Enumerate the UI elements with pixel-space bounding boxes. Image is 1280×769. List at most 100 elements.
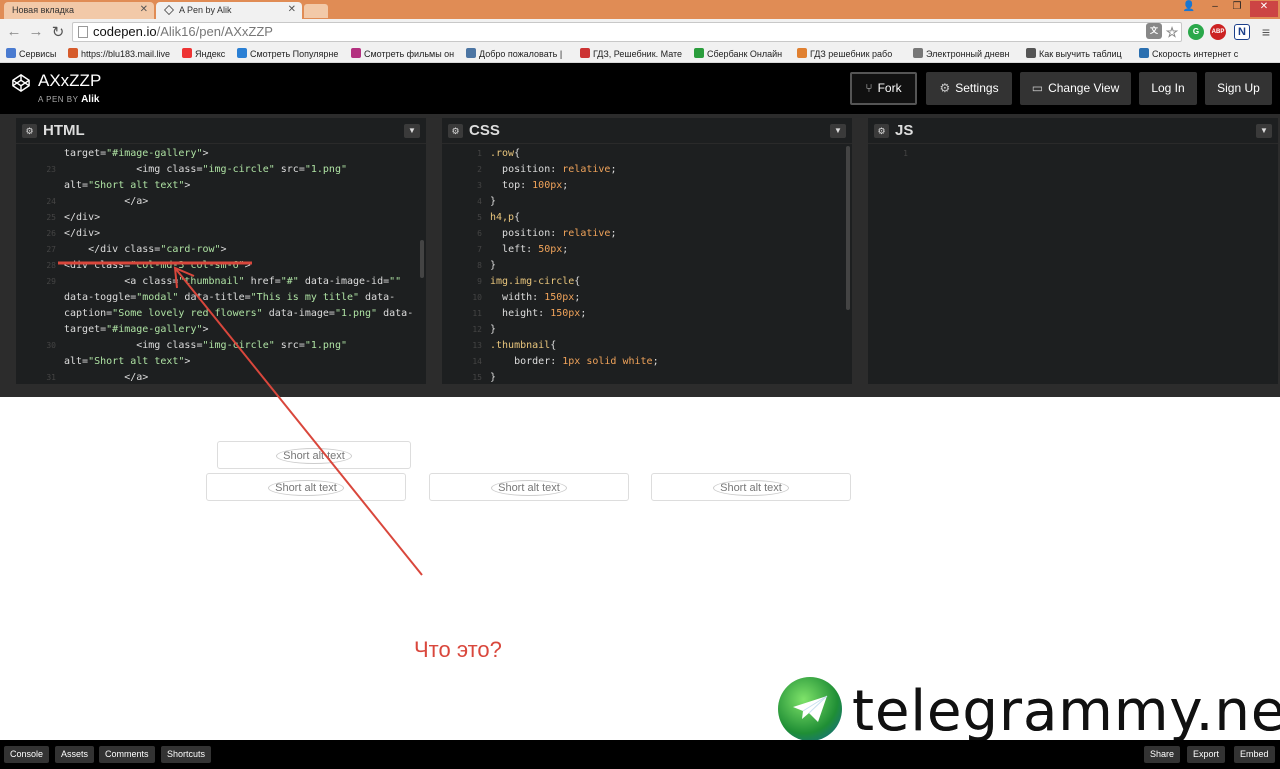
bookmark-favicon-icon	[797, 48, 807, 58]
translate-icon[interactable]: 文	[1146, 23, 1162, 39]
maximize-icon[interactable]: ❐	[1226, 1, 1248, 12]
url-input[interactable]: codepen.io/Alik16/pen/AXxZZP	[72, 22, 1182, 42]
line-number: 26	[46, 229, 56, 238]
code-text: .row{	[490, 148, 521, 159]
bookmark-item[interactable]: Добро пожаловать |	[466, 48, 562, 59]
bookmark-favicon-icon	[6, 48, 16, 58]
editor-resize-handle[interactable]	[0, 384, 1280, 397]
js-chevron-down-icon[interactable]: ▼	[1256, 124, 1272, 138]
thumbnail-link[interactable]: Short alt text	[429, 473, 629, 501]
js-settings-gear-icon[interactable]: ⚙	[874, 124, 889, 138]
code-text: }	[490, 324, 497, 335]
bookmark-favicon-icon	[580, 48, 590, 58]
close-tab-icon[interactable]: ✕	[288, 4, 296, 15]
bookmark-item[interactable]: Смотреть фильмы он	[351, 48, 454, 59]
bookmark-item[interactable]: Как выучить таблиц	[1026, 48, 1122, 59]
bookmark-item[interactable]: Сбербанк Онлайн	[694, 48, 782, 59]
line-number: 3	[477, 181, 482, 190]
thumbnail-link[interactable]: Short alt text	[217, 441, 411, 469]
bookmark-item[interactable]: Электронный дневн	[913, 48, 1010, 59]
html-scrollbar[interactable]	[420, 240, 424, 278]
adblock-icon[interactable]: ABP	[1210, 24, 1226, 40]
broken-image: Short alt text	[713, 480, 789, 496]
code-text: caption="Some lovely red flowers" data-i…	[64, 308, 414, 319]
export-button[interactable]: Export	[1187, 746, 1226, 763]
bookmark-item[interactable]: ГДЗ решебник рабо	[797, 48, 892, 59]
browser-tab-new[interactable]: Новая вкладка ✕	[4, 2, 154, 19]
new-tab-button[interactable]	[304, 4, 328, 18]
address-bar-row: ← → ↻ codepen.io/Alik16/pen/AXxZZP 文 ☆ G…	[0, 19, 1280, 45]
fork-button[interactable]: ⑂ Fork	[850, 72, 917, 105]
code-line: alt="Short alt text">	[16, 178, 426, 194]
thumbnail-link[interactable]: Short alt text	[651, 473, 851, 501]
css-settings-gear-icon[interactable]: ⚙	[448, 124, 463, 138]
codepen-logo-icon[interactable]	[12, 74, 30, 92]
code-text: <a class="thumbnail" href="#" data-image…	[64, 276, 402, 287]
console-button[interactable]: Console	[4, 746, 50, 763]
code-line: 12}	[442, 322, 852, 338]
page-icon	[78, 26, 88, 38]
onenote-icon[interactable]: N	[1234, 24, 1250, 40]
window-close-icon[interactable]: ✕	[1250, 1, 1278, 17]
codepen-header: AXxZZP A PEN BY Alik ⑂ Fork ⚙ Settings ▭ Ch…	[0, 63, 1280, 114]
bookmark-item[interactable]: ГДЗ, Решебник. Мате	[580, 48, 682, 59]
minimize-icon[interactable]: –	[1204, 1, 1226, 12]
settings-label: Settings	[955, 81, 999, 95]
user-profile-icon[interactable]: 👤	[1178, 1, 1200, 12]
assets-button[interactable]: Assets	[55, 746, 95, 763]
signup-label: Sign Up	[1217, 81, 1260, 95]
html-chevron-down-icon[interactable]: ▼	[404, 124, 420, 138]
pen-by-prefix: A PEN BY	[38, 95, 79, 104]
login-button[interactable]: Log In	[1139, 72, 1197, 105]
html-pane-title: HTML	[43, 122, 85, 139]
share-button[interactable]: Share	[1144, 746, 1181, 763]
code-line: 9 img.img-circle{	[442, 274, 852, 290]
fork-icon: ⑂	[865, 81, 873, 95]
css-pane-header: ⚙ CSS ▼	[442, 118, 852, 144]
html-pane-header: ⚙ HTML ▼	[16, 118, 426, 144]
line-number: 11	[472, 309, 482, 318]
browser-tab-pen[interactable]: A Pen by Alik ✕	[156, 2, 302, 19]
bookmark-label: ГДЗ решебник рабо	[810, 49, 893, 59]
reload-icon[interactable]: ↻	[50, 23, 66, 41]
settings-button[interactable]: ⚙ Settings	[926, 72, 1012, 105]
line-number: 13	[472, 341, 482, 350]
code-line: 15}	[442, 370, 852, 384]
code-line: 14 border: 1px solid white;	[442, 354, 852, 370]
close-tab-icon[interactable]: ✕	[140, 4, 148, 15]
css-scrollbar[interactable]	[846, 146, 850, 310]
signup-button[interactable]: Sign Up	[1205, 72, 1272, 105]
change-view-button[interactable]: ▭ Change View	[1020, 72, 1131, 105]
url-host: codepen.io	[93, 24, 157, 39]
html-editor-pane: ⚙ HTML ▼ target="#image-gallery"> 23 <img…	[16, 118, 426, 384]
css-code-editor[interactable]: 1 .row{2 position: relative; 3 top: 100px;…	[442, 146, 852, 384]
embed-button[interactable]: Embed	[1234, 746, 1275, 763]
bookmark-favicon-icon	[1139, 48, 1149, 58]
bookmark-item[interactable]: Сервисы	[6, 48, 56, 59]
code-line: 23 <img class="img-circle" src="1.png"	[16, 162, 426, 178]
menu-icon[interactable]: ≡	[1258, 24, 1274, 40]
css-chevron-down-icon[interactable]: ▼	[830, 124, 846, 138]
js-code-editor[interactable]: 1	[868, 146, 1278, 384]
grammarly-icon[interactable]: G	[1188, 24, 1204, 40]
shortcuts-button[interactable]: Shortcuts	[161, 746, 212, 763]
js-pane-header: ⚙ JS ▼	[868, 118, 1278, 144]
line-number: 24	[46, 197, 56, 206]
comments-button[interactable]: Comments	[99, 746, 155, 763]
back-icon[interactable]: ←	[6, 23, 22, 40]
html-code-editor[interactable]: target="#image-gallery"> 23 <img class="i…	[16, 146, 426, 384]
thumbnail-link[interactable]: Short alt text	[206, 473, 406, 501]
bookmark-label: Смотреть фильмы он	[364, 49, 455, 59]
annotation-question: Что это?	[414, 637, 502, 662]
code-line: 3 top: 100px;	[442, 178, 852, 194]
forward-icon[interactable]: →	[28, 23, 44, 40]
pen-author-link[interactable]: Alik	[81, 94, 99, 105]
bookmark-item[interactable]: https://blu183.mail.live	[68, 48, 170, 59]
html-settings-gear-icon[interactable]: ⚙	[22, 124, 37, 138]
bookmark-item[interactable]: Скорость интернет с	[1139, 48, 1238, 59]
bookmark-star-icon[interactable]: ☆	[1164, 24, 1180, 40]
line-number: 29	[46, 277, 56, 286]
bookmark-item[interactable]: Яндекс	[182, 48, 225, 59]
bookmark-item[interactable]: Смотреть Популярнe	[237, 48, 338, 59]
url-path: /Alik16/pen/AXxZZP	[156, 24, 273, 39]
